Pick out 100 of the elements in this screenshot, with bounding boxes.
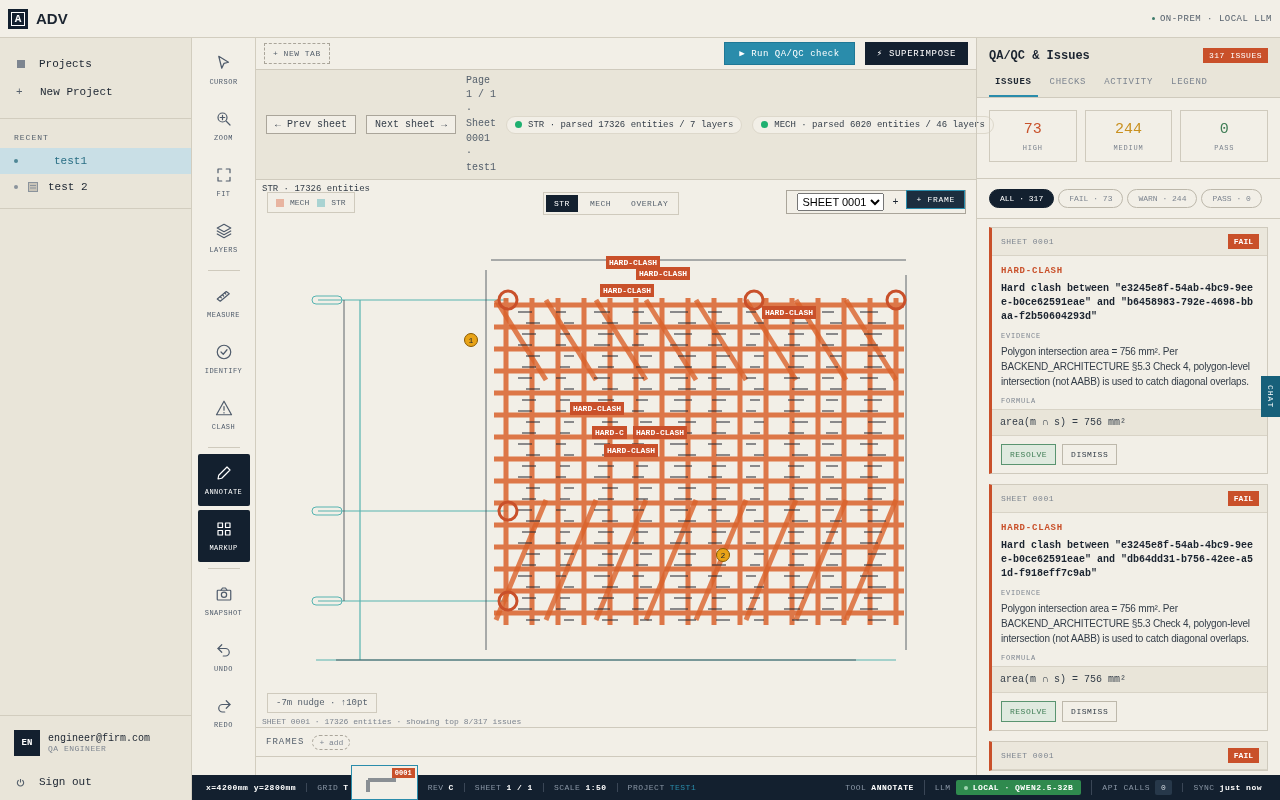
clash-tag[interactable]: HARD-CLASH — [762, 306, 816, 319]
warning-icon — [214, 399, 233, 417]
recent-project[interactable]: test1 — [0, 148, 191, 174]
status-dot — [1151, 17, 1155, 20]
clash-tag[interactable]: HARD-CLASH — [600, 284, 654, 297]
new-tab-button[interactable]: + NEW TAB — [264, 43, 330, 64]
dot-icon — [14, 159, 18, 163]
status-dot — [761, 121, 769, 128]
issue-sheet: SHEET 0001 — [1001, 751, 1054, 760]
frames-label: FRAMES — [266, 737, 305, 747]
panel-title: QA/QC & Issues — [989, 48, 1090, 63]
app-logo: A — [8, 8, 28, 29]
formula: area(m ∩ s) = 756 mm² — [992, 666, 1267, 693]
status-label: REV — [427, 783, 444, 792]
clash-tag[interactable]: HARD-CLASH — [570, 402, 624, 415]
clash-tag[interactable]: HARD-CLASH — [636, 267, 690, 280]
issue-description: Hard clash between "e3245e8f-54ab-4bc9-9eee-b0ce62591eae" and "db64dd31-b756-42ee-a51d-f918eff7c9ab" — [1000, 539, 1255, 581]
frame-preview-drawing — [365, 776, 396, 792]
clash-tag[interactable]: HARD-CLASH — [604, 444, 658, 457]
entity-count: STR · 17326 entities — [262, 184, 371, 194]
next-sheet-button[interactable]: Next sheet → — [366, 115, 457, 134]
evidence-text: Polygon intersection area = 756 mm². Per BACKEND_ARCHITECTURE §5.3 Check 4, polygon-level intersection (not AABB) is used to catch diagonal overlaps. — [1000, 602, 1251, 646]
cursor-coordinates: x=4200mm y=2800mm — [206, 783, 297, 792]
dot-icon — [14, 185, 18, 189]
filter-chip[interactable]: ALL · 317 — [989, 189, 1055, 208]
status-value: just now — [1219, 783, 1262, 792]
status-value: 1 / 1 — [506, 783, 533, 792]
status-label: SHEET — [474, 783, 502, 792]
issue-sheet: SHEET 0001 — [1001, 237, 1054, 246]
status-label: API CALLS — [1102, 783, 1151, 792]
parse-status: MECH · parsed 6020 entities / 46 layers — [774, 119, 985, 130]
layer-tab[interactable]: STR — [546, 195, 578, 212]
nav-item[interactable]: + New Project — [0, 78, 191, 106]
check-circle-icon — [214, 343, 233, 361]
clash-tag[interactable]: HARD-CLASH — [633, 426, 687, 439]
status-badge: FAIL — [1227, 748, 1259, 763]
legend-label: MECH — [290, 198, 310, 207]
status-dot — [515, 121, 523, 128]
issue-count: 317 ISSUES — [1203, 48, 1268, 63]
status-value: C — [448, 783, 454, 792]
superimpose-button[interactable]: ⚡ SUPERIMPOSE — [864, 42, 968, 65]
square-icon — [17, 60, 25, 68]
status-badge: FAIL — [1227, 491, 1259, 506]
nudge-hint: -7m nudge · ↑10pt — [267, 693, 377, 713]
layer-tab[interactable]: OVERLAY — [623, 195, 677, 212]
nav-item[interactable]: Projects — [0, 50, 191, 78]
issue-description: Hard clash between "e3245e8f-54ab-4bc9-9eee-b0ce62591eae" and "b6458983-792e-4698-bbaa-f2b50604293d" — [1000, 282, 1255, 324]
recent-project[interactable]: test 2 — [0, 174, 191, 200]
prev-sheet-button[interactable]: ← Prev sheet — [266, 115, 356, 134]
camera-icon — [214, 585, 233, 603]
app-name: ADV — [36, 10, 68, 27]
project-link[interactable]: TEST1 — [669, 783, 697, 792]
evidence-text: Polygon intersection area = 756 mm². Per BACKEND_ARCHITECTURE §5.3 Check 4, polygon-level intersection (not AABB) is used to catch diagonal overlaps. — [1000, 345, 1251, 389]
api-call-count: 0 — [1155, 780, 1173, 795]
plus-icon: + — [892, 196, 899, 208]
page-info: Page 1 / 1 · Sheet 0001 · test1 — [466, 73, 497, 175]
issue-marker[interactable]: 1 — [464, 333, 478, 347]
status-label: TOOL — [845, 783, 867, 792]
resolve-button[interactable]: RESOLVE — [1001, 701, 1057, 722]
run-check-button[interactable]: ▶ Run QA/QC check — [724, 42, 855, 65]
status-label: LLM — [934, 783, 951, 792]
legend-label: STR — [331, 198, 346, 207]
issue-type: HARD-CLASH — [1000, 266, 1064, 276]
layer-tab[interactable]: MECH — [581, 195, 620, 212]
stat-value: 0 — [1219, 120, 1229, 138]
zoom-icon — [214, 110, 233, 128]
deployment-mode: ON-PREM · LOCAL LLM — [1159, 13, 1272, 24]
status-label: SCALE — [553, 783, 581, 792]
status-label: SYNC — [1193, 783, 1215, 792]
user-email: engineer@firm.com — [48, 733, 151, 744]
pencil-icon — [214, 464, 233, 482]
status-value: T — [343, 783, 349, 792]
sheet-select[interactable]: SHEET 0001 — [797, 193, 885, 211]
user-role: QA ENGINEER — [48, 744, 108, 753]
stat-value: 73 — [1023, 120, 1042, 138]
resolve-button[interactable]: RESOLVE — [1001, 444, 1057, 465]
chat-tab[interactable]: CHAT — [1261, 376, 1280, 418]
sign-out-button[interactable]: Sign out — [0, 770, 191, 800]
canvas-footer: SHEET 0001 · 17326 entities · showing top 8/317 issues — [262, 717, 522, 726]
section-title: RECENT — [13, 132, 50, 144]
clash-tag[interactable]: HARD-C — [592, 426, 627, 439]
stat-value: 244 — [1115, 120, 1142, 138]
undo-icon — [214, 641, 233, 659]
dismiss-button[interactable]: DISMISS — [1062, 444, 1118, 465]
status-value: ANNOTATE — [871, 783, 914, 792]
panel-tab[interactable]: ISSUES — [989, 69, 1038, 97]
llm-badge: LOCAL · QWEN2.5-32B — [955, 780, 1082, 795]
clash-tag[interactable]: HARD-CLASH — [606, 256, 660, 269]
issue-type: HARD-CLASH — [1000, 523, 1064, 533]
dismiss-button[interactable]: DISMISS — [1062, 701, 1118, 722]
status-label: PROJECT — [627, 783, 665, 792]
power-icon — [16, 777, 25, 787]
formula: area(m ∩ s) = 756 mm² — [992, 409, 1267, 436]
plus-icon: + — [16, 86, 26, 98]
layers-icon — [214, 222, 233, 240]
status-label: GRID — [317, 783, 339, 792]
avatar: EN — [14, 730, 40, 756]
fit-icon — [214, 166, 233, 184]
status-badge: FAIL — [1227, 234, 1259, 249]
add-frame-button[interactable]: + FRAME — [906, 189, 965, 209]
